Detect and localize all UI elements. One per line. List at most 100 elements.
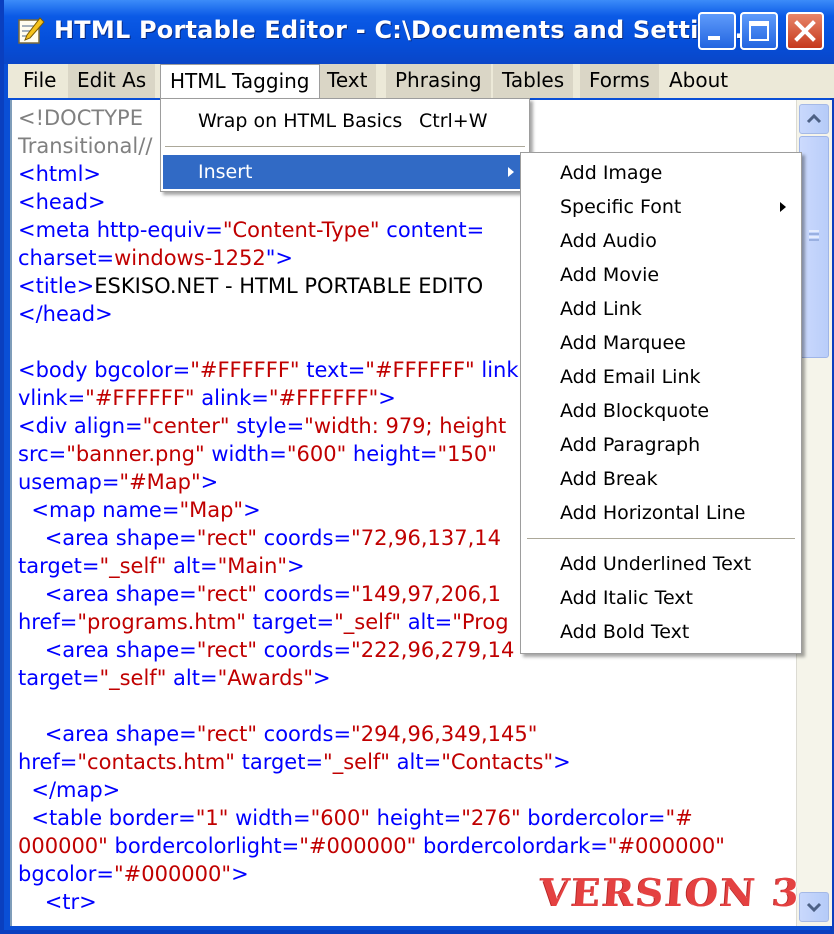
menu-edit-as[interactable]: Edit As — [68, 64, 156, 98]
menu-tables[interactable]: Tables — [493, 64, 574, 98]
code-token: usemap= — [18, 470, 120, 494]
code-token: content= — [379, 218, 485, 242]
menu-separator — [527, 538, 795, 539]
insert-submenu: Add Image Specific Font Add Audio Add Movie… — [520, 152, 802, 654]
code-token: "Contacts" — [441, 750, 554, 774]
code-token: bordercolor= — [520, 806, 666, 830]
minimize-button[interactable] — [698, 12, 736, 50]
code-token: coords= — [256, 526, 352, 550]
menu-forms[interactable]: Forms — [580, 64, 659, 98]
menu-item-wrap-html-basics[interactable]: Wrap on HTML Basics Ctrl+W — [163, 104, 527, 138]
code-line: vlink="#FFFFFF" alink="#FFFFFF"> — [18, 384, 396, 412]
submenu-item-add-movie[interactable]: Add Movie — [523, 258, 799, 292]
submenu-item-specific-font[interactable]: Specific Font — [523, 190, 799, 224]
code-line: href="contacts.htm" target="_self" alt="… — [18, 748, 571, 776]
grip-icon — [809, 230, 819, 241]
maximize-button[interactable] — [740, 12, 778, 50]
code-token: alt= — [401, 610, 453, 634]
code-line: <table border="1" width="600" height="27… — [18, 804, 692, 832]
menu-phrasing[interactable]: Phrasing — [386, 64, 491, 98]
code-token: <tr> — [18, 890, 97, 914]
submenu-item-add-audio[interactable]: Add Audio — [523, 224, 799, 258]
code-line: target="_self" alt="Main"> — [18, 552, 305, 580]
code-token: "center" — [142, 414, 230, 438]
menu-item-label: Insert — [198, 161, 253, 183]
code-token: <!DOCTYPE — [18, 106, 143, 130]
scroll-up-button[interactable] — [799, 104, 829, 134]
submenu-item-add-marquee[interactable]: Add Marquee — [523, 326, 799, 360]
code-token: ESKISO.NET - HTML PORTABLE EDITO — [94, 274, 484, 298]
submenu-item-add-underlined-text[interactable]: Add Underlined Text — [523, 547, 799, 581]
code-token: "rect" — [196, 638, 257, 662]
code-token: windows-1252 — [114, 246, 266, 270]
code-token: bordercolordark= — [416, 834, 608, 858]
submenu-item-label: Add Underlined Text — [560, 553, 752, 575]
code-token: "600" — [310, 806, 370, 830]
code-line: </head> — [18, 300, 113, 328]
menu-text[interactable]: Text — [318, 64, 377, 98]
code-token: "Prog — [452, 610, 509, 634]
title-bar[interactable]: HTML Portable Editor - C:\Documents and … — [4, 0, 834, 64]
code-token: <area shape= — [18, 582, 197, 606]
code-token: "1" — [195, 806, 229, 830]
code-line: usemap="#Map"> — [18, 468, 218, 496]
submenu-item-add-horizontal-line[interactable]: Add Horizontal Line — [523, 496, 799, 530]
code-token: "banner.png" — [66, 442, 205, 466]
menu-file[interactable]: File — [14, 64, 65, 98]
code-line: <html> — [18, 160, 101, 188]
submenu-arrow-icon — [780, 202, 786, 212]
code-token: > — [313, 666, 331, 690]
code-token: alt= — [389, 750, 442, 774]
code-token: </head> — [18, 302, 113, 326]
scroll-down-button[interactable] — [799, 892, 829, 922]
code-token: target= — [234, 750, 324, 774]
code-token: width= — [228, 806, 311, 830]
menu-item-label: Wrap on HTML Basics — [198, 110, 403, 132]
code-token: height= — [369, 806, 462, 830]
code-token: "_self" — [334, 610, 402, 634]
menu-about[interactable]: About — [660, 64, 737, 98]
submenu-item-add-paragraph[interactable]: Add Paragraph — [523, 428, 799, 462]
code-token: style= — [229, 414, 305, 438]
code-token: "rect" — [196, 722, 257, 746]
code-token: coords= — [256, 582, 352, 606]
code-token: "600" — [286, 442, 347, 466]
submenu-item-label: Add Email Link — [560, 366, 701, 388]
code-line: src="banner.png" width="600" height="150… — [18, 440, 497, 468]
code-token: "#000000" — [299, 834, 417, 858]
menu-item-insert[interactable]: Insert — [163, 155, 527, 189]
submenu-item-add-bold-text[interactable]: Add Bold Text — [523, 615, 799, 649]
code-token: "150" — [437, 442, 497, 466]
submenu-item-label: Add Break — [560, 468, 658, 490]
code-line: <meta http-equiv="Content-Type" content= — [18, 216, 484, 244]
code-token: alt= — [166, 554, 218, 578]
submenu-item-add-email-link[interactable]: Add Email Link — [523, 360, 799, 394]
code-token: "#FFFFFF" — [365, 358, 475, 382]
code-token: src= — [18, 442, 67, 466]
close-button[interactable] — [786, 12, 824, 50]
scroll-thumb[interactable] — [799, 136, 829, 358]
code-token: coords= — [256, 638, 352, 662]
code-token: > — [200, 470, 219, 494]
code-token: link — [474, 358, 519, 382]
html-tagging-dropdown: Wrap on HTML Basics Ctrl+W Insert — [160, 98, 530, 192]
code-token: > — [243, 498, 261, 522]
code-line: href="programs.htm" target="_self" alt="… — [18, 608, 509, 636]
code-token: "contacts.htm" — [77, 750, 235, 774]
notepad-pencil-icon — [16, 16, 46, 46]
code-token: alt= — [166, 666, 218, 690]
code-token: "#000000" — [113, 862, 232, 886]
submenu-item-add-italic-text[interactable]: Add Italic Text — [523, 581, 799, 615]
code-token: "222,96,279,14 — [351, 638, 515, 662]
submenu-item-add-image[interactable]: Add Image — [523, 156, 799, 190]
code-line: bgcolor="#000000"> — [18, 860, 249, 888]
submenu-item-add-link[interactable]: Add Link — [523, 292, 799, 326]
code-line: <area shape="rect" coords="149,97,206,1 — [18, 580, 501, 608]
code-line: 000000" bordercolorlight="#000000" borde… — [18, 832, 725, 860]
code-token: </map> — [18, 778, 121, 802]
menu-html-tagging[interactable]: HTML Tagging — [160, 64, 320, 100]
submenu-item-add-break[interactable]: Add Break — [523, 462, 799, 496]
code-token: > — [287, 554, 305, 578]
code-line: <head> — [18, 188, 106, 216]
submenu-item-add-blockquote[interactable]: Add Blockquote — [523, 394, 799, 428]
